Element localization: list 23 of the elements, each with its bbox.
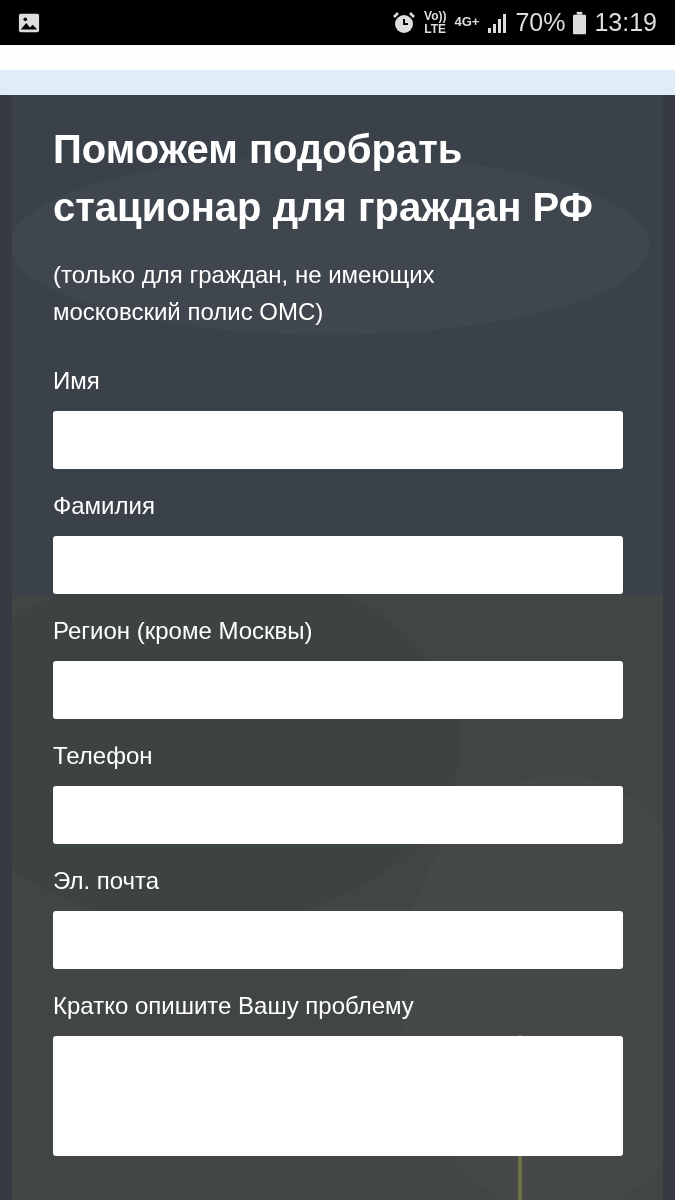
battery-icon	[573, 10, 587, 35]
network-label: 4G+	[454, 14, 480, 29]
field-label: Эл. почта	[53, 866, 161, 896]
text-field[interactable]	[53, 661, 623, 719]
battery-percent: 70%	[515, 8, 566, 37]
field-label: Телефон	[53, 741, 154, 771]
text-field[interactable]	[53, 911, 623, 969]
clock: 13:19	[594, 8, 657, 37]
text-field[interactable]	[53, 786, 623, 844]
form-title: Поможем подобрать стационар для граждан РФ	[53, 126, 594, 231]
text-field[interactable]	[53, 411, 623, 469]
signal-icon	[487, 11, 508, 34]
text-area[interactable]	[53, 1036, 623, 1156]
field-label: Кратко опишите Вашу проблему	[53, 991, 415, 1021]
volte-label: Vo))	[424, 9, 447, 23]
form-subtitle: (только для граждан, не имеющих московский полис ОМС)	[53, 260, 436, 327]
field-label: Фамилия	[53, 491, 156, 521]
field-label: Регион (кроме Москвы)	[53, 616, 314, 646]
lte-label: LTE	[424, 22, 447, 36]
alarm-icon	[392, 10, 416, 35]
field-label: Имя	[53, 366, 101, 396]
image-icon	[18, 11, 40, 34]
text-field[interactable]	[53, 536, 623, 594]
